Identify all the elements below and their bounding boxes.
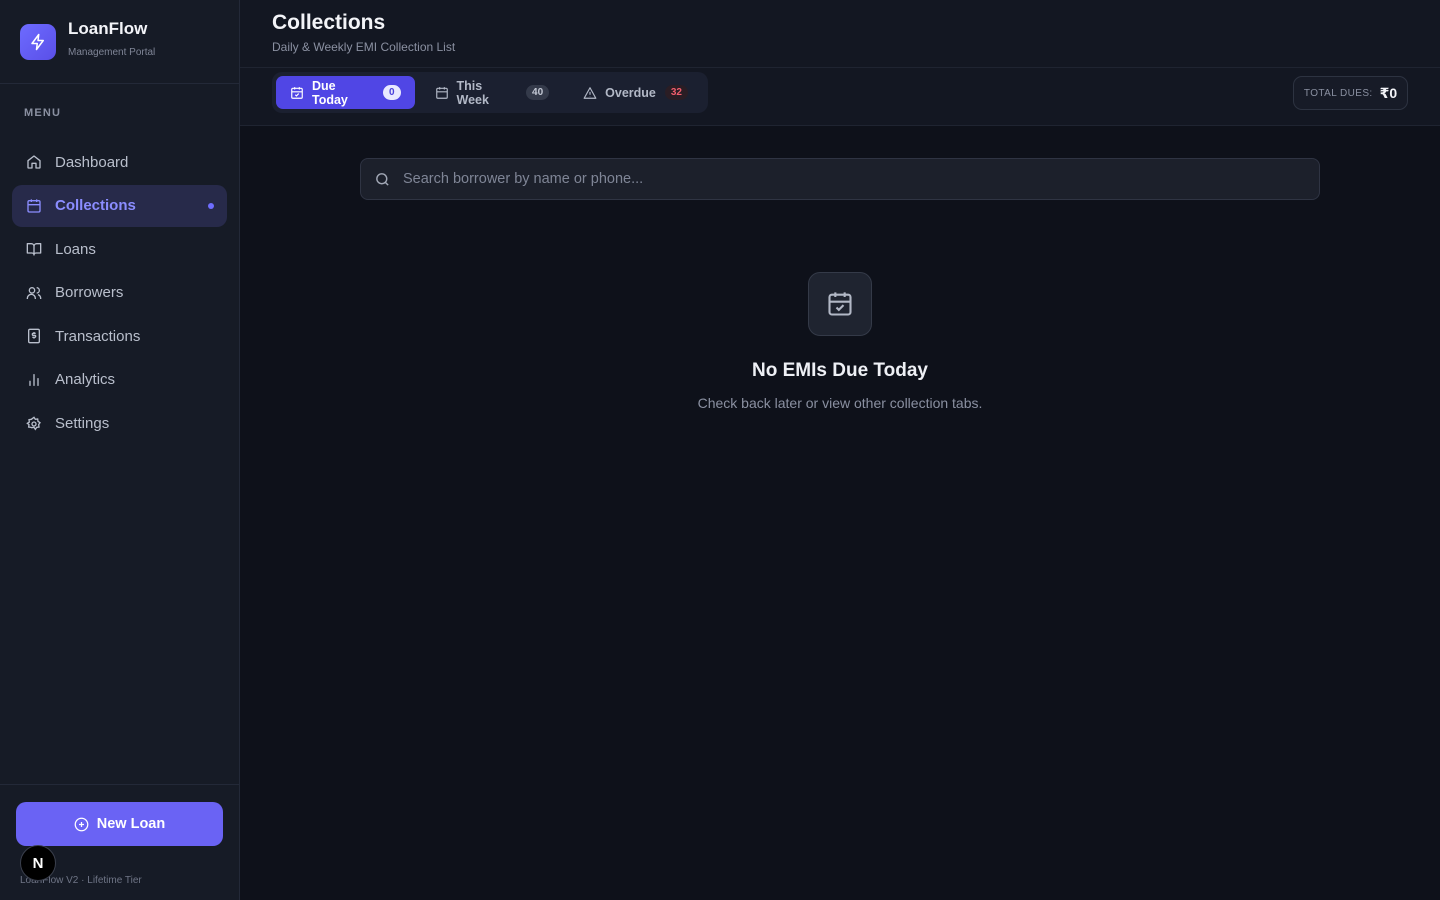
sidebar: LoanFlow Management Portal MENU Dashboar… xyxy=(0,0,240,900)
sidebar-item-label: Loans xyxy=(55,240,96,258)
tab-due-today[interactable]: Due Today 0 xyxy=(276,76,415,109)
sidebar-item-loans[interactable]: Loans xyxy=(12,228,227,270)
calendar-icon xyxy=(26,198,42,214)
sidebar-item-transactions[interactable]: Transactions xyxy=(12,315,227,357)
home-icon xyxy=(26,154,42,170)
empty-state-subtitle: Check back later or view other collectio… xyxy=(697,395,983,411)
empty-state: No EMIs Due Today Check back later or vi… xyxy=(240,272,1440,411)
page-subtitle: Daily & Weekly EMI Collection List xyxy=(272,40,456,54)
calendar-check-icon xyxy=(290,86,304,100)
sidebar-item-label: Dashboard xyxy=(55,153,129,171)
page-title: Collections xyxy=(272,11,386,34)
sidebar-item-dashboard[interactable]: Dashboard xyxy=(12,141,227,183)
collection-tabs: Due Today 0 This Week 40 Overdue 32 xyxy=(272,72,708,113)
n-avatar-badge[interactable]: N xyxy=(20,845,56,881)
empty-state-title: No EMIs Due Today xyxy=(752,360,928,381)
total-dues-label: TOTAL DUES: xyxy=(1303,87,1373,99)
sidebar-item-label: Transactions xyxy=(55,327,141,345)
plus-circle-icon xyxy=(74,817,89,832)
search-icon xyxy=(374,171,391,188)
sidebar-item-settings[interactable]: Settings xyxy=(12,403,227,445)
search-bar xyxy=(360,158,1320,200)
sidebar-item-borrowers[interactable]: Borrowers xyxy=(12,272,227,314)
new-loan-button[interactable]: New Loan xyxy=(16,802,223,846)
new-loan-label: New Loan xyxy=(96,816,166,832)
active-indicator-dot xyxy=(208,202,214,209)
brand-subtitle: Management Portal xyxy=(68,47,156,58)
tab-label: Overdue xyxy=(605,85,656,100)
book-icon xyxy=(26,241,42,257)
tab-count-badge: 0 xyxy=(382,85,401,100)
gear-icon xyxy=(26,415,42,432)
sidebar-item-label: Borrowers xyxy=(55,284,124,302)
sidebar-item-collections[interactable]: Collections xyxy=(12,184,227,227)
brand-name: LoanFlow xyxy=(68,19,148,38)
calendar-check-icon xyxy=(808,272,872,336)
tab-count-badge: 40 xyxy=(526,85,550,100)
menu-label: MENU xyxy=(24,107,62,119)
brand: LoanFlow Management Portal xyxy=(0,0,239,84)
total-dues-value: ₹0 xyxy=(1379,84,1398,101)
main-content: Collections Daily & Weekly EMI Collectio… xyxy=(240,0,1440,900)
search-input[interactable] xyxy=(403,171,1319,187)
sidebar-item-label: Analytics xyxy=(55,371,116,389)
users-icon xyxy=(26,285,42,301)
sidebar-footer: New Loan LoanFlow V2 · Lifetime Tier N xyxy=(0,784,240,900)
sidebar-nav: Dashboard Collections Loans Borrowers Tr… xyxy=(12,141,227,446)
sidebar-item-analytics[interactable]: Analytics xyxy=(12,359,227,401)
page-header: Collections Daily & Weekly EMI Collectio… xyxy=(240,0,1440,68)
receipt-icon xyxy=(26,328,42,344)
total-dues-badge: TOTAL DUES: ₹0 xyxy=(1293,76,1408,110)
calendar-icon xyxy=(435,86,449,100)
tab-count-badge: 32 xyxy=(664,85,688,100)
bar-chart-icon xyxy=(26,372,42,388)
sidebar-item-label: Collections xyxy=(55,197,136,215)
tab-this-week[interactable]: This Week 40 xyxy=(421,76,564,109)
sidebar-item-label: Settings xyxy=(55,415,110,433)
tab-label: Due Today xyxy=(312,78,348,107)
tab-overdue[interactable]: Overdue 32 xyxy=(569,76,702,109)
warning-triangle-icon xyxy=(583,86,597,100)
tab-label: This Week xyxy=(456,78,489,107)
lightning-icon xyxy=(20,23,56,60)
tab-bar: Due Today 0 This Week 40 Overdue 32 TOTA… xyxy=(240,68,1440,126)
